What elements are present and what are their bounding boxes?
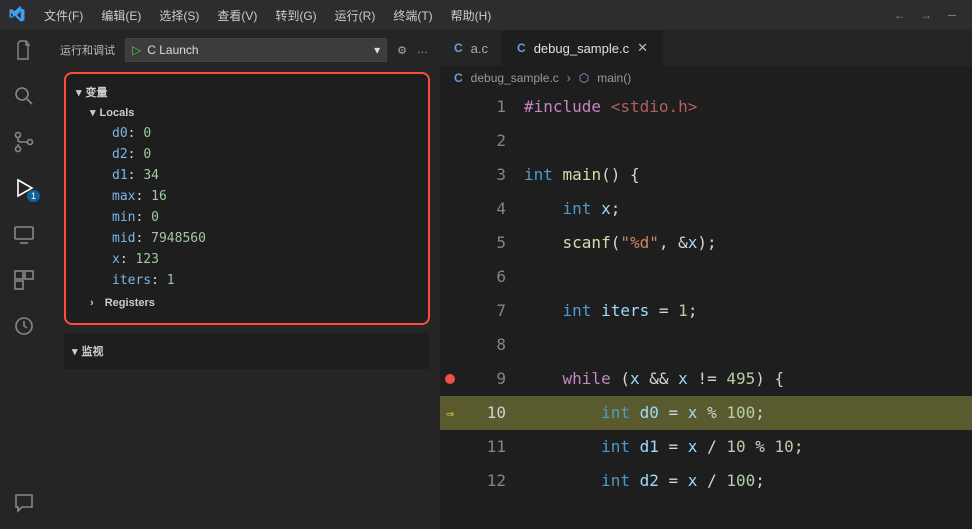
activity-bar: 1 [0,30,48,529]
more-icon[interactable]: … [417,44,428,56]
menu-selection[interactable]: 选择(S) [151,3,207,28]
code-line[interactable]: 1#include <stdio.h> [440,90,972,124]
variable-row[interactable]: max: 16 [76,186,418,207]
menu-edit[interactable]: 编辑(E) [93,3,149,28]
menu-terminal[interactable]: 终端(T) [385,3,440,28]
chevron-down-icon: ▾ [72,345,78,358]
title-bar: 文件(F) 编辑(E) 选择(S) 查看(V) 转到(G) 运行(R) 终端(T… [0,0,972,30]
search-icon[interactable] [12,84,36,108]
variable-row[interactable]: min: 0 [76,207,418,228]
explorer-icon[interactable] [12,38,36,62]
run-debug-icon[interactable]: 1 [12,176,36,200]
sidebar-title: 运行和调试 [60,42,115,58]
tab-debug-sample-c[interactable]: Cdebug_sample.c✕ [503,30,663,66]
code-line[interactable]: 5 scanf("%d", &x); [440,226,972,260]
menu-go[interactable]: 转到(G) [267,3,324,28]
menu-view[interactable]: 查看(V) [209,3,265,28]
menu-run[interactable]: 运行(R) [327,3,384,28]
chevron-down-icon: ▾ [90,106,96,119]
code-line[interactable]: 12 int d2 = x / 100; [440,464,972,498]
code-line[interactable]: ⇒10 int d0 = x % 100; [440,396,972,430]
sidebar-header: 运行和调试 ▷ C Launch ▾ ⚙ … [48,36,440,64]
c-file-icon: C [517,41,526,55]
close-icon[interactable]: ✕ [637,40,648,56]
variables-panel: ▾变量 ▾Locals d0: 0d2: 0d1: 34max: 16min: … [64,72,430,325]
launch-config-name: C Launch [147,43,368,57]
remote-icon[interactable] [12,222,36,246]
breadcrumb[interactable]: C debug_sample.c › ⬡ main() [440,66,972,90]
extensions-icon[interactable] [12,268,36,292]
feedback-icon[interactable] [12,491,36,515]
code-line[interactable]: 2 [440,124,972,158]
c-file-icon: C [454,71,463,85]
menu-file[interactable]: 文件(F) [36,3,91,28]
timeline-icon[interactable] [12,314,36,338]
chevron-down-icon[interactable]: ▾ [374,43,380,57]
gear-icon[interactable]: ⚙ [397,44,407,57]
variables-section-header[interactable]: ▾变量 [76,82,418,102]
watch-section-header[interactable]: ▾监视 [72,341,422,361]
window-min-icon[interactable]: ─ [940,8,964,22]
variable-row[interactable]: d1: 34 [76,165,418,186]
code-editor[interactable]: 1#include <stdio.h>23int main() {4 int x… [440,90,972,529]
chevron-right-icon: › [567,71,571,85]
menu-help[interactable]: 帮助(H) [443,3,500,28]
variable-row[interactable]: iters: 1 [76,270,418,291]
variable-row[interactable]: x: 123 [76,249,418,270]
editor-tabs: Ca.c Cdebug_sample.c✕ [440,30,972,66]
debug-sidebar: 运行和调试 ▷ C Launch ▾ ⚙ … ▾变量 ▾Locals d0: 0… [48,30,440,529]
code-line[interactable]: 4 int x; [440,192,972,226]
nav-forward-icon[interactable]: → [914,8,938,22]
code-line[interactable]: 3int main() { [440,158,972,192]
symbol-method-icon: ⬡ [579,71,589,85]
chevron-down-icon: ▾ [76,86,82,99]
source-control-icon[interactable] [12,130,36,154]
tab-a-c[interactable]: Ca.c [440,30,503,66]
code-line[interactable]: 7 int iters = 1; [440,294,972,328]
c-file-icon: C [454,41,463,55]
breakpoint-icon[interactable] [445,374,455,384]
code-line[interactable]: 8 [440,328,972,362]
nav-back-icon[interactable]: ← [888,8,912,22]
chevron-right-icon: › [90,297,94,309]
variable-row[interactable]: d2: 0 [76,144,418,165]
code-line[interactable]: 11 int d1 = x / 10 % 10; [440,430,972,464]
launch-config-select[interactable]: ▷ C Launch ▾ [125,38,387,62]
variable-row[interactable]: d0: 0 [76,123,418,144]
watch-panel: ▾监视 [64,333,430,369]
vscode-icon [8,6,26,24]
locals-scope[interactable]: ▾Locals [76,102,418,123]
current-line-icon: ⇒ [446,406,454,422]
start-debug-icon[interactable]: ▷ [132,43,141,57]
code-line[interactable]: 9 while (x && x != 495) { [440,362,972,396]
registers-scope[interactable]: › Registers [76,291,418,311]
editor-area: Ca.c Cdebug_sample.c✕ C debug_sample.c ›… [440,30,972,529]
variable-row[interactable]: mid: 7948560 [76,228,418,249]
run-badge: 1 [27,190,40,202]
code-line[interactable]: 6 [440,260,972,294]
